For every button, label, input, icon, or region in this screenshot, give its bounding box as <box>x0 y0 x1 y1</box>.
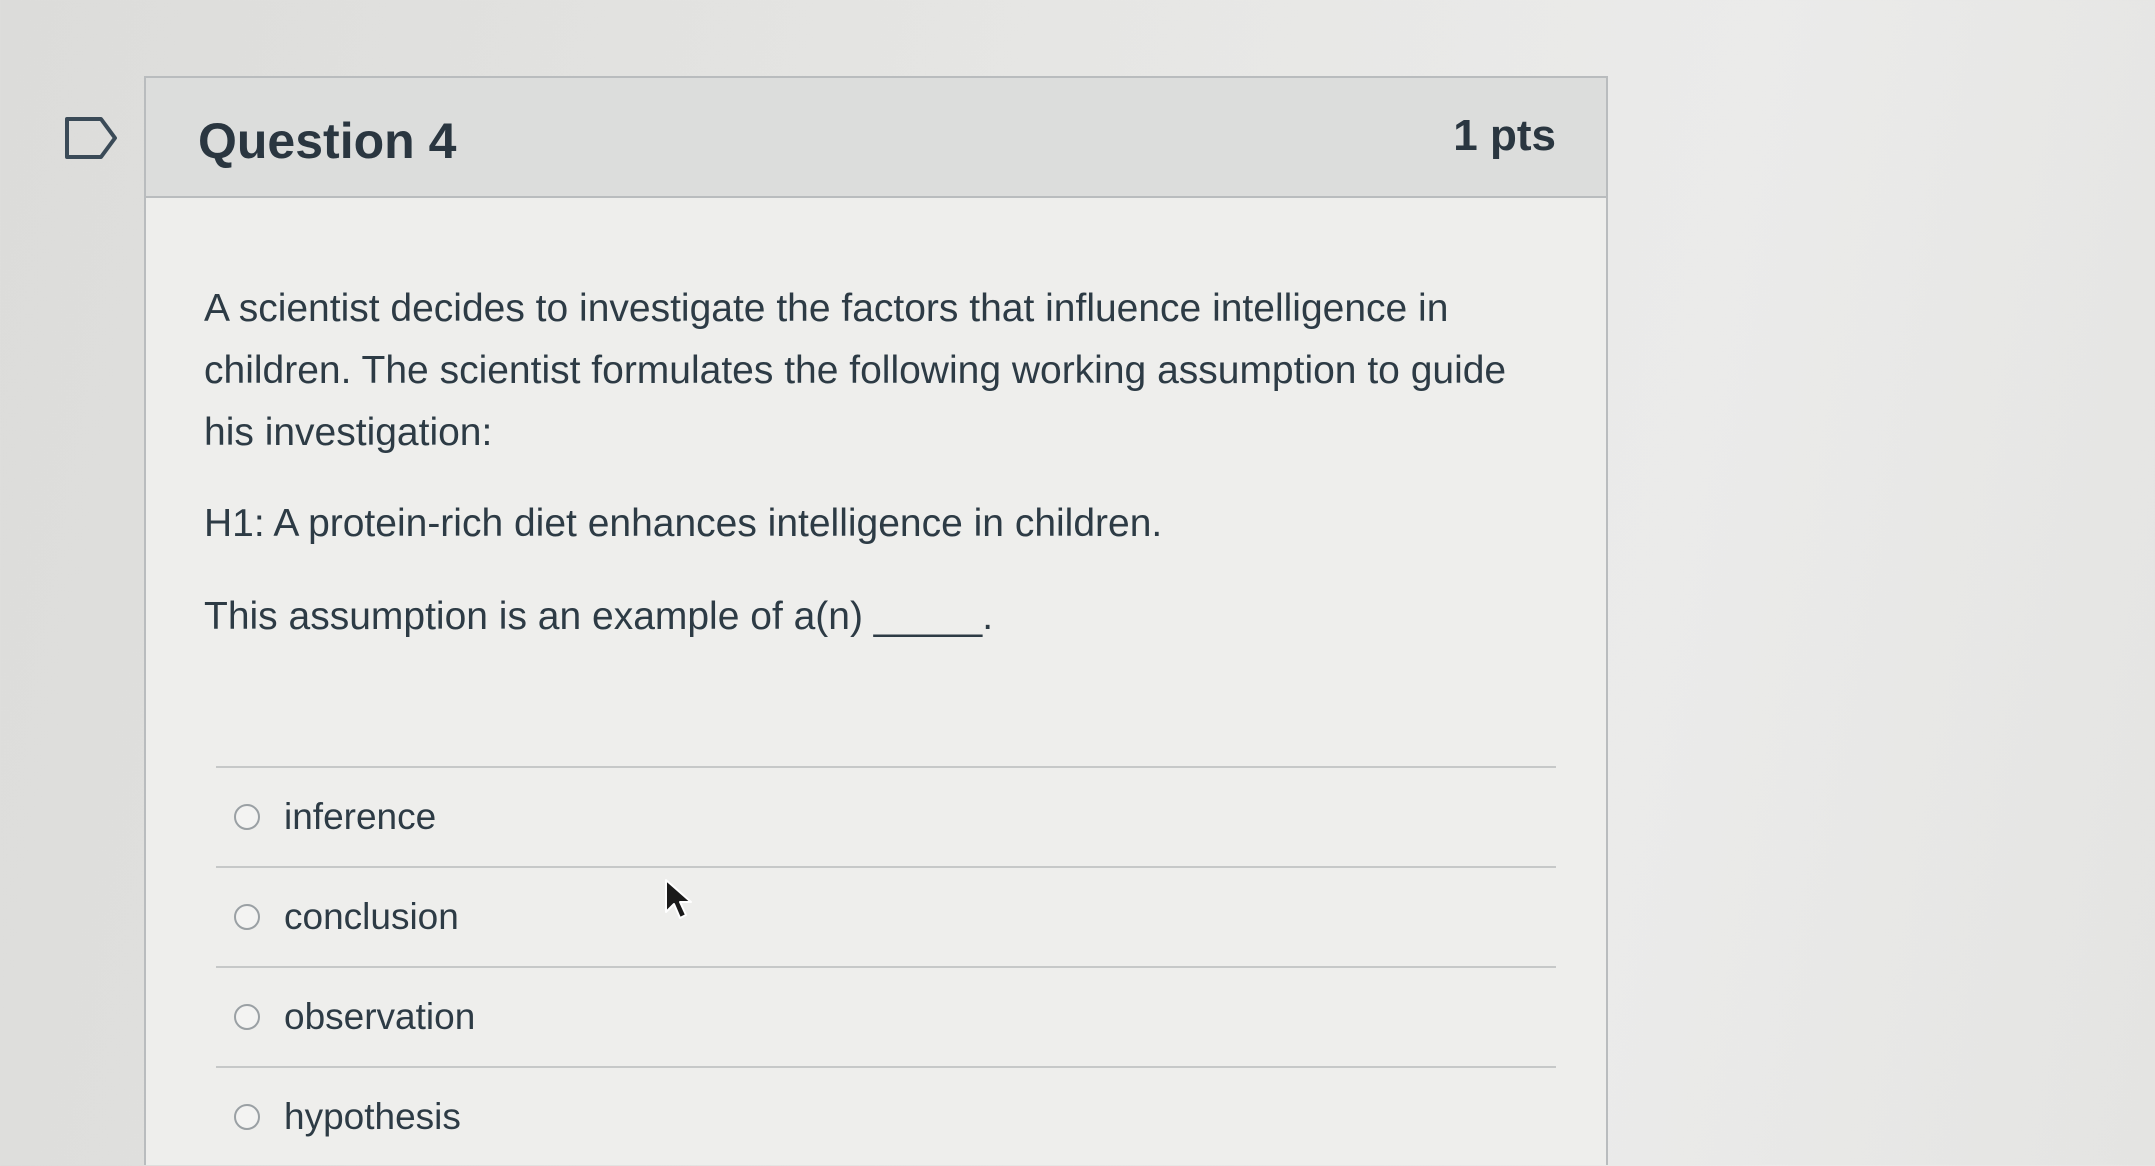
radio-button[interactable] <box>234 1104 260 1130</box>
answer-option-conclusion[interactable]: conclusion <box>216 868 1556 968</box>
radio-button[interactable] <box>234 1004 260 1030</box>
answer-label[interactable]: conclusion <box>284 896 459 938</box>
answer-option-hypothesis[interactable]: hypothesis <box>216 1068 1556 1166</box>
answer-option-inference[interactable]: inference <box>216 768 1556 868</box>
radio-button[interactable] <box>234 804 260 830</box>
question-prompt: A scientist decides to investigate the f… <box>204 287 1507 454</box>
answer-list: inference conclusion observation hypothe… <box>216 766 1556 1166</box>
mouse-pointer-icon <box>665 879 692 919</box>
answer-option-observation[interactable]: observation <box>216 968 1556 1068</box>
question-points: 1 pts <box>1453 111 1556 160</box>
answer-label[interactable]: observation <box>284 996 475 1038</box>
radio-button[interactable] <box>234 904 260 930</box>
answer-label[interactable]: hypothesis <box>284 1096 461 1138</box>
question-title: Question 4 <box>198 113 457 169</box>
question-card: Question 4 1 pts A scientist decides to … <box>144 76 1608 1165</box>
fill-in-blank-text: This assumption is an example of a(n) __… <box>204 595 994 638</box>
question-header: Question 4 1 pts <box>146 78 1606 198</box>
hypothesis-statement: H1: A protein-rich diet enhances intelli… <box>204 502 1163 545</box>
bookmark-flag-icon[interactable] <box>64 116 118 160</box>
answer-label[interactable]: inference <box>284 796 436 838</box>
question-body: A scientist decides to investigate the f… <box>204 278 1524 648</box>
